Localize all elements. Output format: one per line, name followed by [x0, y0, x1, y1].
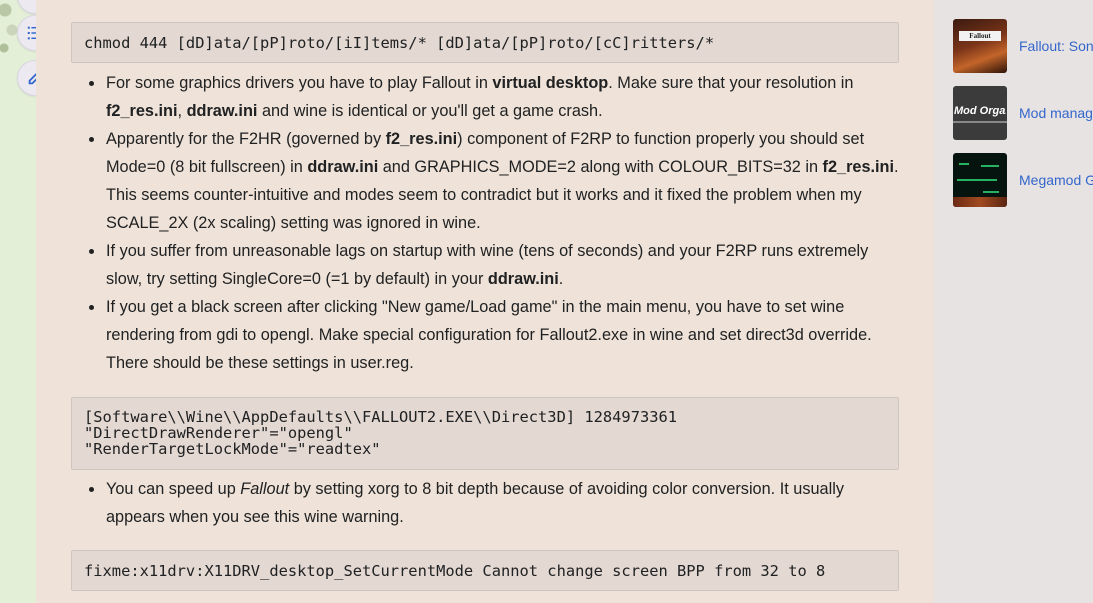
mod-organizer-thumbnail: Mod Organi — [953, 86, 1007, 140]
list-item: For some graphics drivers you have to pl… — [89, 69, 906, 125]
code-line: "DirectDrawRenderer"="opengl" — [84, 424, 353, 442]
list-item: If you get a black screen after clicking… — [89, 293, 906, 377]
left-strip — [0, 0, 53, 603]
code-block-chmod: chmod 444 [dD]ata/[pP]roto/[iI]tems/* [d… — [71, 22, 899, 63]
list-item: If you suffer from unreasonable lags on … — [89, 237, 906, 293]
list-item: Apparently for the F2HR (governed by f2_… — [89, 125, 906, 237]
tips-list: For some graphics drivers you have to pl… — [89, 69, 906, 377]
related-item-title[interactable]: Megamod Guide — [1019, 172, 1093, 188]
related-pages-sidebar: Fallout Sonora Fallout: Sonora Mod Organ… — [934, 0, 1093, 603]
code-line: "RenderTargetLockMode"="readtex" — [84, 440, 381, 458]
related-item-mod-manager[interactable]: Mod Organi Mod manager — [953, 86, 1093, 140]
list-item: You can speed up Fallout by setting xorg… — [89, 475, 906, 531]
megamod-thumbnail — [953, 153, 1007, 207]
tips-list-2: You can speed up Fallout by setting xorg… — [89, 475, 906, 531]
code-block-fixme: fixme:x11drv:X11DRV_desktop_SetCurrentMo… — [71, 550, 899, 591]
article-content: chmod 444 [dD]ata/[pP]roto/[iI]tems/* [d… — [36, 0, 934, 603]
related-item-fallout-sonora[interactable]: Fallout Sonora Fallout: Sonora — [953, 19, 1093, 73]
code-line: [Software\\Wine\\AppDefaults\\FALLOUT2.E… — [84, 408, 678, 426]
fallout-sonora-thumbnail: Fallout Sonora — [953, 19, 1007, 73]
related-item-title[interactable]: Fallout: Sonora — [1019, 38, 1093, 54]
related-item-title[interactable]: Mod manager — [1019, 105, 1093, 121]
code-block-registry: [Software\\Wine\\AppDefaults\\FALLOUT2.E… — [71, 397, 899, 470]
related-item-megamod-guide[interactable]: Megamod Guide — [953, 153, 1093, 207]
